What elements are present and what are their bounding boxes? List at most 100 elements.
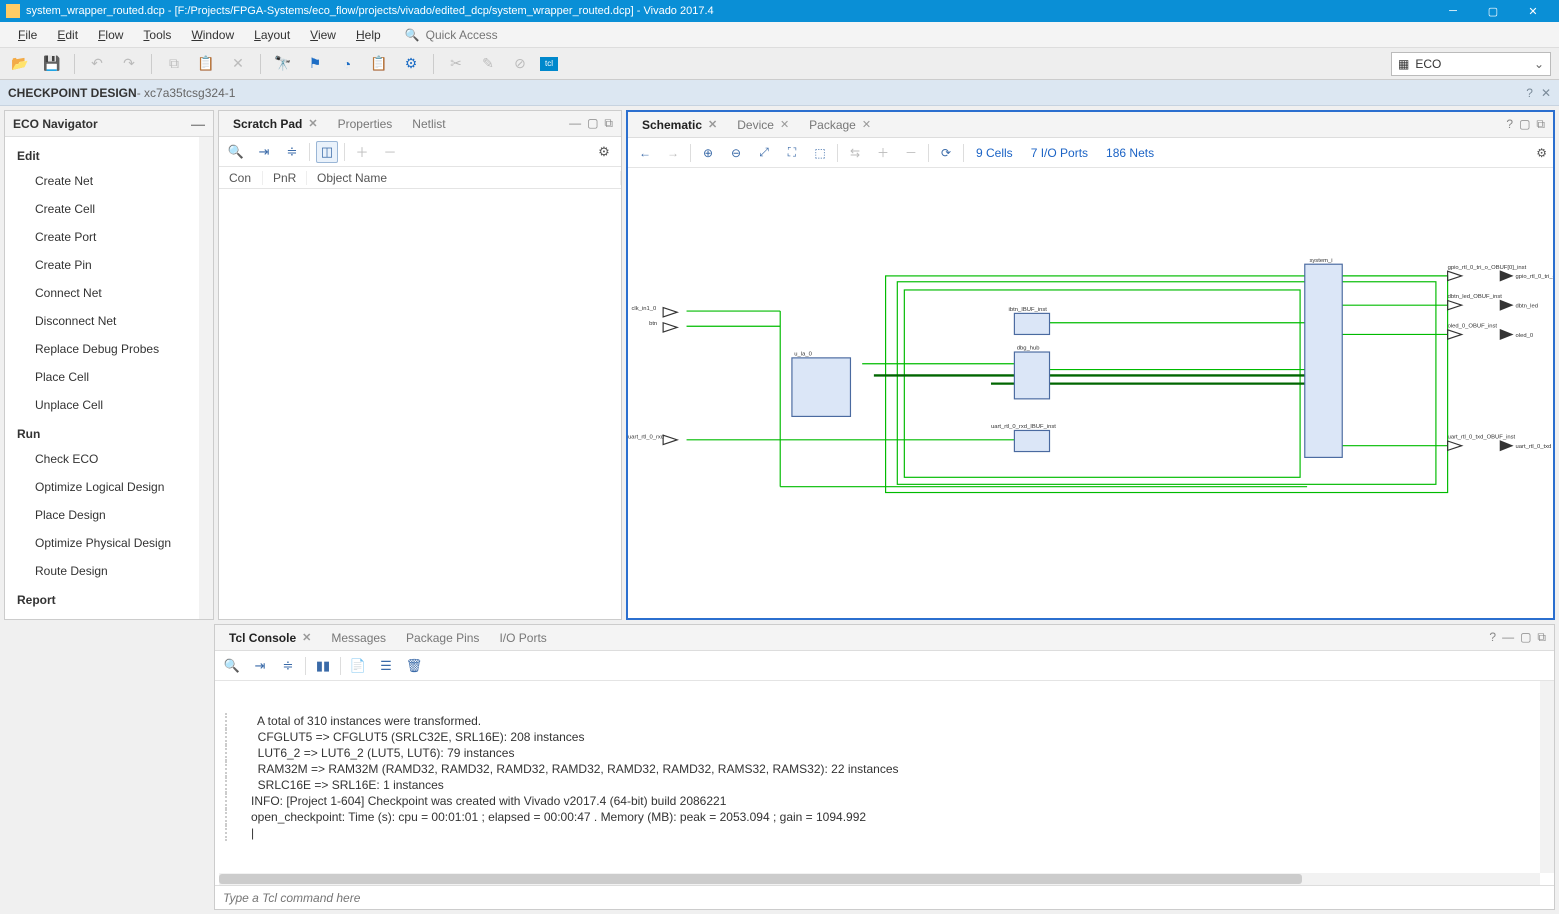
- nav-item-place-design[interactable]: Place Design: [5, 501, 213, 529]
- popout-pane-icon[interactable]: ⧉: [1536, 117, 1545, 132]
- trash-icon[interactable]: 🗑: [403, 655, 425, 677]
- nets-link[interactable]: 186 Nets: [1100, 146, 1160, 160]
- tab-package[interactable]: Package✕: [799, 114, 881, 136]
- select-icon[interactable]: ⬚: [809, 142, 831, 164]
- tcl-command-input[interactable]: [215, 886, 1554, 909]
- remove-icon[interactable]: －: [900, 142, 922, 164]
- tab-tcl-console[interactable]: Tcl Console✕: [219, 627, 321, 649]
- expand-icon[interactable]: ≑: [281, 141, 303, 163]
- scrollbar-vertical[interactable]: [1540, 681, 1554, 873]
- regroup-icon[interactable]: ⇆: [844, 142, 866, 164]
- menu-help[interactable]: Help: [346, 24, 391, 46]
- copy-icon[interactable]: ⧉: [162, 52, 186, 76]
- quick-access-input[interactable]: [426, 28, 586, 42]
- pause-icon[interactable]: ▮▮: [312, 655, 334, 677]
- tab-device[interactable]: Device✕: [727, 114, 799, 136]
- nav-item-create-net[interactable]: Create Net: [5, 167, 213, 195]
- menu-edit[interactable]: Edit: [47, 24, 88, 46]
- paste-icon[interactable]: 📋: [194, 52, 218, 76]
- undo-icon[interactable]: ↶: [85, 52, 109, 76]
- close-tab-icon[interactable]: ✕: [308, 117, 317, 130]
- layout-mode-dropdown[interactable]: ▦ ECO ⌄: [1391, 52, 1551, 76]
- menu-layout[interactable]: Layout: [244, 24, 300, 46]
- copy-icon[interactable]: 📄: [347, 655, 369, 677]
- tab-scratch-pad[interactable]: Scratch Pad✕: [223, 113, 328, 135]
- refresh-icon[interactable]: ⟳: [935, 142, 957, 164]
- expand-icon[interactable]: ≑: [277, 655, 299, 677]
- console-output[interactable]: A total of 310 instances were transforme…: [215, 681, 1554, 873]
- close-tab-icon[interactable]: ✕: [302, 631, 311, 644]
- nav-item-route-design[interactable]: Route Design: [5, 557, 213, 585]
- minimize-button[interactable]: ─: [1433, 0, 1473, 22]
- tab-package-pins[interactable]: Package Pins: [396, 627, 489, 649]
- clipboard-icon[interactable]: 📋: [367, 52, 391, 76]
- pencil-icon[interactable]: ✎: [476, 52, 500, 76]
- back-icon[interactable]: ←: [634, 142, 656, 164]
- menu-flow[interactable]: Flow: [88, 24, 133, 46]
- nav-item-optimize-logical-design[interactable]: Optimize Logical Design: [5, 473, 213, 501]
- list-icon[interactable]: ☰: [375, 655, 397, 677]
- clock-icon[interactable]: ◔: [335, 52, 359, 76]
- close-tab-icon[interactable]: ✕: [708, 118, 717, 131]
- zoom-fit-icon[interactable]: ⤢: [753, 142, 775, 164]
- menu-tools[interactable]: Tools: [133, 24, 181, 46]
- search-icon[interactable]: 🔍: [225, 141, 247, 163]
- minimize-pane-icon[interactable]: —: [1502, 630, 1514, 645]
- toggle-icon[interactable]: ◫: [316, 141, 338, 163]
- popout-pane-icon[interactable]: ⧉: [604, 116, 613, 131]
- minimize-panel-icon[interactable]: —: [191, 116, 205, 132]
- nav-item-edit-timing-constraints[interactable]: Edit Timing Constraints: [5, 611, 213, 619]
- tab-properties[interactable]: Properties: [328, 113, 403, 135]
- zoom-area-icon[interactable]: ⛶: [781, 142, 803, 164]
- nav-item-replace-debug-probes[interactable]: Replace Debug Probes: [5, 335, 213, 363]
- collapse-icon[interactable]: ⇥: [249, 655, 271, 677]
- settings-icon[interactable]: ⚙: [1536, 146, 1547, 160]
- tab-schematic[interactable]: Schematic✕: [632, 114, 727, 136]
- maximize-pane-icon[interactable]: ▢: [1520, 630, 1531, 645]
- binoculars-icon[interactable]: 🔭: [271, 52, 295, 76]
- cancel-icon[interactable]: ⊘: [508, 52, 532, 76]
- scrollbar-horizontal[interactable]: [219, 873, 1540, 885]
- menu-view[interactable]: View: [300, 24, 346, 46]
- remove-icon[interactable]: －: [379, 141, 401, 163]
- close-button[interactable]: ✕: [1513, 0, 1553, 22]
- maximize-pane-icon[interactable]: ▢: [587, 116, 598, 131]
- add-icon[interactable]: ＋: [872, 142, 894, 164]
- col-pnr[interactable]: PnR: [263, 171, 307, 185]
- settings-icon[interactable]: ⚙: [593, 141, 615, 163]
- maximize-pane-icon[interactable]: ▢: [1519, 117, 1530, 132]
- open-icon[interactable]: 📂: [8, 52, 32, 76]
- forward-icon[interactable]: →: [662, 142, 684, 164]
- add-icon[interactable]: ＋: [351, 141, 373, 163]
- menu-file[interactable]: File: [8, 24, 47, 46]
- nav-item-connect-net[interactable]: Connect Net: [5, 279, 213, 307]
- close-tab-icon[interactable]: ✕: [862, 118, 871, 131]
- scrollbar-vertical[interactable]: [199, 137, 213, 619]
- popout-pane-icon[interactable]: ⧉: [1537, 630, 1546, 645]
- tab-i/o-ports[interactable]: I/O Ports: [489, 627, 556, 649]
- menu-window[interactable]: Window: [181, 24, 244, 46]
- nav-item-create-pin[interactable]: Create Pin: [5, 251, 213, 279]
- nav-item-unplace-cell[interactable]: Unplace Cell: [5, 391, 213, 419]
- cells-link[interactable]: 9 Cells: [970, 146, 1019, 160]
- gear-icon[interactable]: ⚙: [399, 52, 423, 76]
- cut-tool-icon[interactable]: ✂: [444, 52, 468, 76]
- quick-access[interactable]: 🔍: [405, 28, 586, 42]
- collapse-icon[interactable]: ⇥: [253, 141, 275, 163]
- help-icon[interactable]: ?: [1526, 86, 1533, 100]
- zoom-out-icon[interactable]: ⊖: [725, 142, 747, 164]
- close-design-icon[interactable]: ✕: [1541, 86, 1551, 100]
- help-icon[interactable]: ?: [1506, 117, 1513, 132]
- tab-messages[interactable]: Messages: [321, 627, 396, 649]
- nav-item-place-cell[interactable]: Place Cell: [5, 363, 213, 391]
- nav-item-create-cell[interactable]: Create Cell: [5, 195, 213, 223]
- col-con[interactable]: Con: [219, 171, 263, 185]
- delete-icon[interactable]: ✕: [226, 52, 250, 76]
- search-icon[interactable]: 🔍: [221, 655, 243, 677]
- close-tab-icon[interactable]: ✕: [780, 118, 789, 131]
- maximize-button[interactable]: ▢: [1473, 0, 1513, 22]
- nav-item-check-eco[interactable]: Check ECO: [5, 445, 213, 473]
- ioports-link[interactable]: 7 I/O Ports: [1025, 146, 1094, 160]
- save-icon[interactable]: 💾: [40, 52, 64, 76]
- nav-item-optimize-physical-design[interactable]: Optimize Physical Design: [5, 529, 213, 557]
